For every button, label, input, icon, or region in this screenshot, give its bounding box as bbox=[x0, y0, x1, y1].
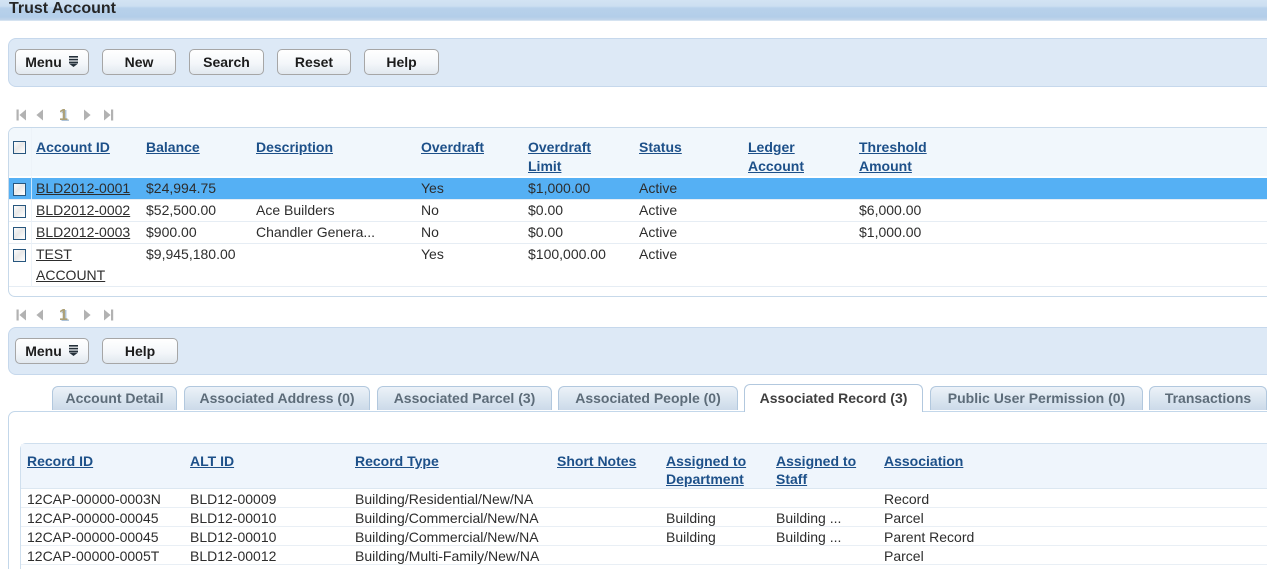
svg-text:1: 1 bbox=[59, 308, 68, 323]
svg-text:1: 1 bbox=[59, 108, 68, 123]
